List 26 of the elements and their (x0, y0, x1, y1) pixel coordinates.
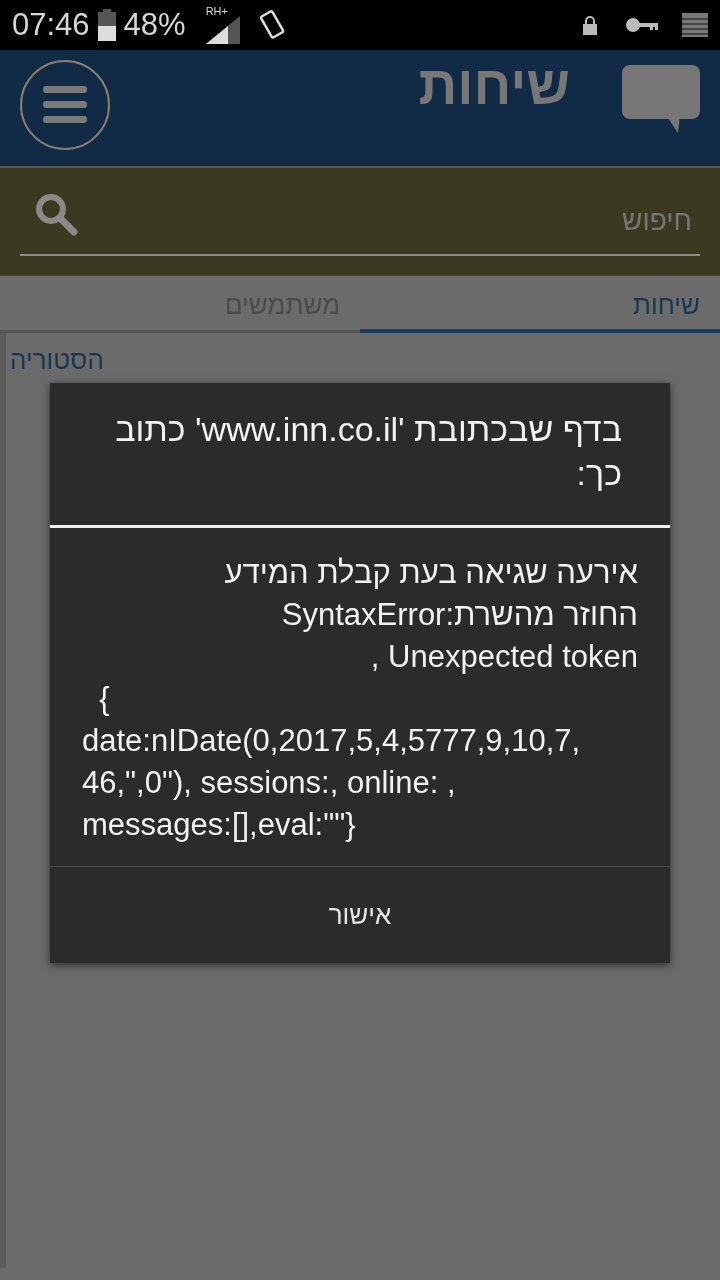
notification-icon (682, 13, 708, 37)
message-line: messages:[],eval:""} (82, 806, 357, 844)
message-line: Unexpected token , (369, 638, 638, 676)
ok-button[interactable]: אישור (50, 867, 670, 963)
signal-icon (205, 16, 240, 44)
menu-icon (43, 86, 87, 124)
battery-percent: 48% (123, 5, 186, 44)
menu-button[interactable] (20, 60, 110, 150)
tab[interactable]: שיחות (360, 276, 720, 333)
page-title: שיחות (418, 54, 570, 117)
search-bar[interactable]: חיפוש (0, 168, 720, 276)
search-icon (34, 191, 78, 236)
key-icon (626, 17, 658, 33)
message-line: { (98, 680, 111, 718)
lock-icon (582, 15, 598, 35)
message-line: 46,",0"), sessions:, online: , (82, 764, 457, 802)
message-line: date:nIDate(0,2017,5,4,5777,9,10,7, (82, 722, 582, 760)
search-field[interactable]: חיפוש (20, 187, 700, 256)
battery-icon (97, 9, 116, 41)
message-line: החוזר מהשרת:SyntaxError (280, 596, 638, 634)
chat-bubble-icon (622, 65, 700, 135)
message-line: אירעה שגיאה בעת קבלת המידע (223, 554, 638, 592)
dialog-title: בדף שבכתובת 'www.inn.co.il' כתוב כך: (114, 409, 622, 494)
history-link[interactable]: הסטוריה (10, 341, 104, 380)
clock: 07:46 (12, 5, 90, 44)
network-type-label: RH+ (205, 6, 228, 17)
